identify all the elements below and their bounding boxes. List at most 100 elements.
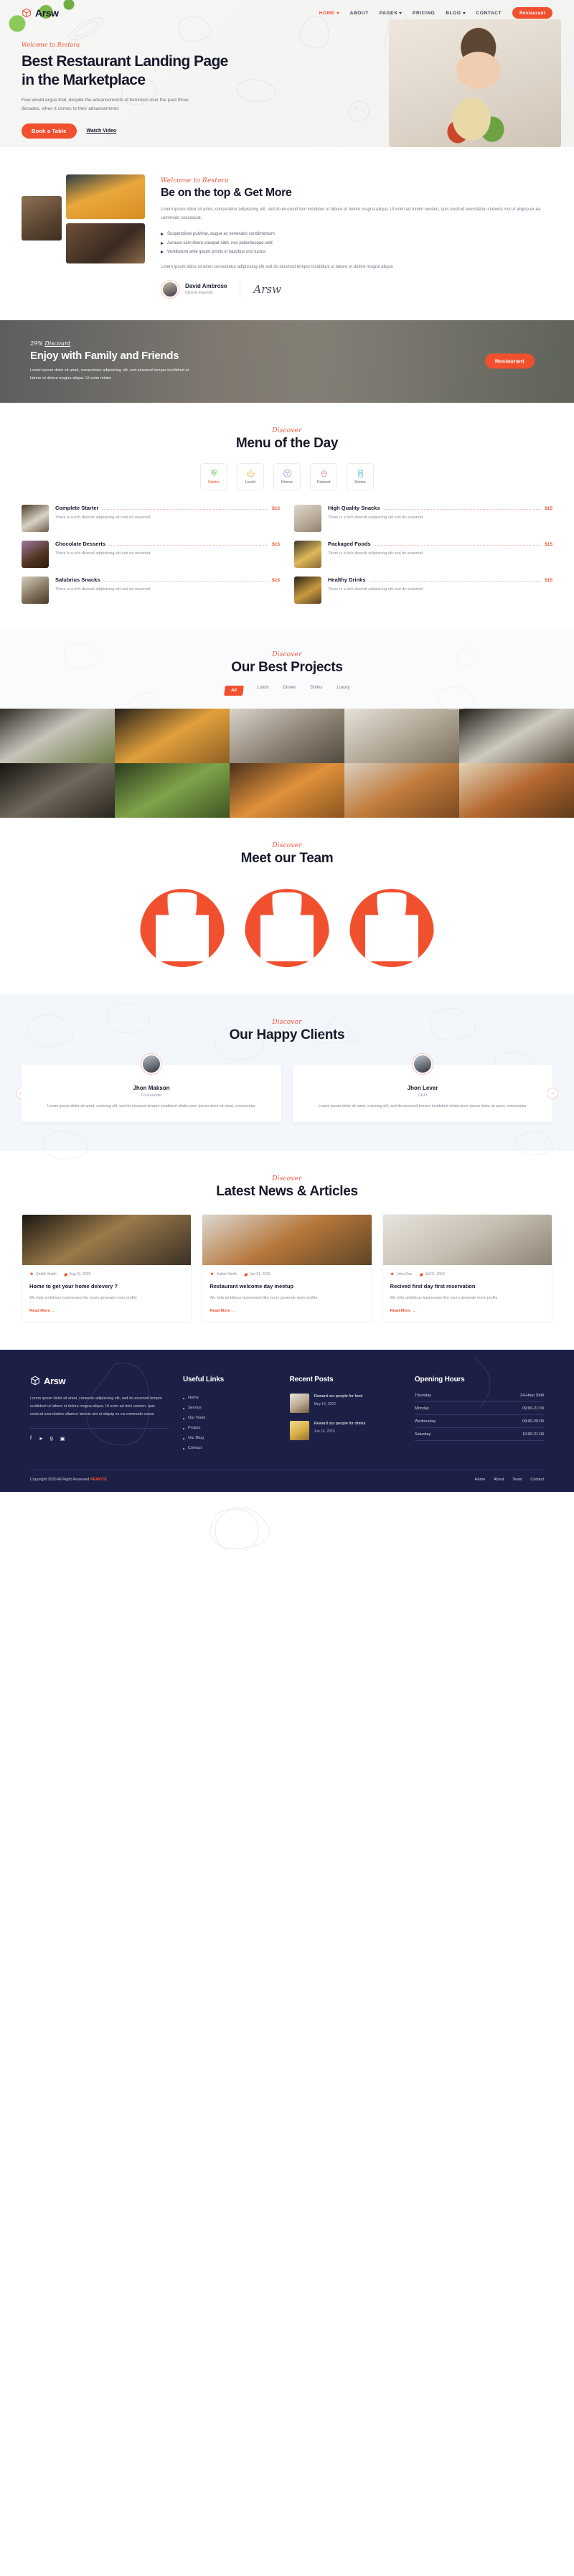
cupcake-icon xyxy=(321,470,326,477)
footer-bottom-link-home[interactable]: Home xyxy=(475,1478,485,1482)
nav-item-home[interactable]: HOME xyxy=(319,11,339,16)
footer-post[interactable]: Reward our people for drinks Jun 14, 202… xyxy=(289,1420,400,1440)
blog-date: ◼ Jun 01, 2020 xyxy=(244,1272,270,1277)
project-tile[interactable] xyxy=(459,708,574,763)
footer-logo[interactable]: Arsw xyxy=(30,1376,169,1386)
project-tile[interactable] xyxy=(115,708,230,763)
menu-items-grid: Complete Starter $15 There is a rich dive… xyxy=(22,504,552,604)
team-member[interactable] xyxy=(139,880,225,967)
nav-item-label: PRICING xyxy=(413,10,436,16)
instagram-icon[interactable]: ▣ xyxy=(60,1436,65,1442)
bullet-dot-icon xyxy=(182,1397,184,1399)
footer-link-home[interactable]: Home xyxy=(182,1394,276,1404)
discount-percent: 29% xyxy=(30,340,45,347)
watch-video-link[interactable]: Watch Video xyxy=(87,129,117,134)
menu-item[interactable]: High Quality Snacks $15 There is a rich d… xyxy=(294,504,552,532)
projects-filters: All Lunch Dinner Drinks Luxury xyxy=(0,685,574,696)
menu-item-body: Salubrius Snacks $15 There is a rich dive… xyxy=(55,577,280,604)
projects-filter-lunch[interactable]: Lunch xyxy=(257,686,268,696)
team-title: Meet our Team xyxy=(240,850,334,866)
nav-cta-button[interactable]: Restaurant xyxy=(512,7,552,19)
team-member[interactable] xyxy=(349,880,435,967)
team-section: Discover Meet our Team xyxy=(0,817,574,994)
footer-hour-day: Monday xyxy=(414,1406,429,1411)
footer-hour-row: Monday 09:00-21:00 xyxy=(414,1406,544,1415)
hero-section: Arsw HOME ABOUT PAGES PRICING BLOG CONTA… xyxy=(0,0,574,147)
projects-filter-all[interactable]: All xyxy=(223,685,244,696)
team-member[interactable] xyxy=(244,880,330,967)
project-tile[interactable] xyxy=(0,762,115,818)
divider xyxy=(30,1427,169,1429)
project-tile[interactable] xyxy=(0,708,115,763)
menu-item[interactable]: Packaged Foods $15 There is a rich divers… xyxy=(294,540,552,568)
footer-link-project[interactable]: Project xyxy=(182,1424,276,1434)
user-icon: ☻ xyxy=(390,1272,395,1277)
read-more-link[interactable]: Read More → xyxy=(390,1309,545,1313)
facebook-icon[interactable]: f xyxy=(30,1436,32,1442)
nav-item-contact[interactable]: CONTACT xyxy=(476,11,502,16)
project-tile[interactable] xyxy=(344,762,459,818)
chef-photo xyxy=(260,892,314,961)
book-a-table-button[interactable]: Book a Table xyxy=(22,123,77,139)
footer-hour-time: 10:00-21:00 xyxy=(522,1432,544,1437)
dotted-leader xyxy=(109,544,269,546)
blog-date-value: Jun 01, 2020 xyxy=(250,1272,270,1277)
projects-section: Discover Our Best Projects All Lunch Din… xyxy=(0,627,574,818)
nav-item-blog[interactable]: BLOG xyxy=(446,10,466,16)
footer-link-contact[interactable]: Contact xyxy=(182,1444,276,1454)
blog-card[interactable]: ☻ Kathie Smith ◼ Jun 01, 2020 Restaurant w… xyxy=(202,1213,372,1322)
footer-link-our-blog[interactable]: Our Blog xyxy=(182,1434,276,1444)
nav-item-pages[interactable]: PAGES xyxy=(380,11,403,16)
blog-post-title: Recived first day first reservation xyxy=(390,1282,476,1289)
projects-filter-luxury[interactable]: Luxury xyxy=(337,686,349,696)
project-tile[interactable] xyxy=(115,762,230,818)
projects-filter-dinner[interactable]: Dinner xyxy=(283,686,296,696)
nav-item-label: BLOG xyxy=(446,10,461,16)
menu-item[interactable]: Chocolate Desserts $15 There is a rich di… xyxy=(22,540,280,568)
footer-bottom-link-team[interactable]: Team xyxy=(512,1478,522,1482)
project-tile[interactable] xyxy=(230,762,344,818)
testimonial-role: Co-Founder xyxy=(141,1093,162,1098)
menu-tab-dinner[interactable]: Dinner xyxy=(273,462,301,490)
menu-item-desc: There is a rich diversit adipisicing eli… xyxy=(55,587,151,592)
footer-post[interactable]: Reward our people for food May 14, 2020 xyxy=(289,1393,400,1413)
twitter-icon[interactable]: ➤ xyxy=(39,1436,43,1442)
menu-tab-drinks[interactable]: Drinks xyxy=(347,462,374,490)
testimonial-card: Jhon Lever CEO Lorem ipsum dolor sit ame… xyxy=(293,1053,552,1122)
footer-bottom-link-about[interactable]: About xyxy=(494,1478,504,1482)
projects-filter-drinks[interactable]: Drinks xyxy=(310,686,322,696)
read-more-link[interactable]: Read More → xyxy=(29,1309,184,1313)
read-more-link[interactable]: Read More → xyxy=(210,1309,364,1313)
menu-item[interactable]: Complete Starter $15 There is a rich dive… xyxy=(22,504,280,532)
menu-item-desc: There is a rich diversit adipisicing eli… xyxy=(328,551,423,556)
project-tile[interactable] xyxy=(230,708,344,763)
footer-bottom-link-contact[interactable]: Contact xyxy=(530,1478,544,1482)
menu-item[interactable]: Salubrius Snacks $15 There is a rich dive… xyxy=(22,576,280,604)
menu-tabs: Starter Lunch Dinner Dessert Drinks xyxy=(22,462,552,490)
google-plus-icon[interactable]: g xyxy=(50,1436,53,1442)
footer-link-our-team[interactable]: Our Team xyxy=(182,1414,276,1424)
about-gallery xyxy=(22,174,151,299)
menu-tab-dessert[interactable]: Dessert xyxy=(310,462,337,490)
chef-photo xyxy=(156,892,209,961)
menu-item-price: $15 xyxy=(545,577,552,583)
nav-item-about[interactable]: ABOUT xyxy=(350,11,369,16)
about-author-name: David Ambrose xyxy=(185,283,227,290)
footer-link-service[interactable]: Service xyxy=(182,1404,276,1414)
menu-tab-lunch[interactable]: Lunch xyxy=(237,462,264,490)
carousel-next-button[interactable]: → xyxy=(547,1087,558,1099)
menu-tab-starter[interactable]: Starter xyxy=(200,462,227,490)
project-tile[interactable] xyxy=(459,762,574,818)
noodle-bowl-icon xyxy=(246,470,255,477)
blog-card[interactable]: ☻ John Doe ◼ Jul 01, 2020 Recived first da… xyxy=(382,1213,552,1322)
nav-item-pricing[interactable]: PRICING xyxy=(413,11,435,16)
footer-hour-time: 09:00-20:00 xyxy=(522,1419,544,1424)
blog-image xyxy=(22,1214,192,1265)
footer-post-title: Reward our people for drinks xyxy=(314,1421,366,1426)
triangle-bullet-icon xyxy=(161,251,164,254)
brand-logo[interactable]: Arsw xyxy=(22,7,59,19)
menu-item[interactable]: Healthy Drinks $15 There is a rich divers… xyxy=(294,576,552,604)
project-tile[interactable] xyxy=(344,708,459,763)
discount-cta-button[interactable]: Restaurant xyxy=(484,353,535,369)
blog-card[interactable]: ☻ Endith Smith ◼ Aug 01, 2020 Home to get … xyxy=(22,1213,192,1322)
